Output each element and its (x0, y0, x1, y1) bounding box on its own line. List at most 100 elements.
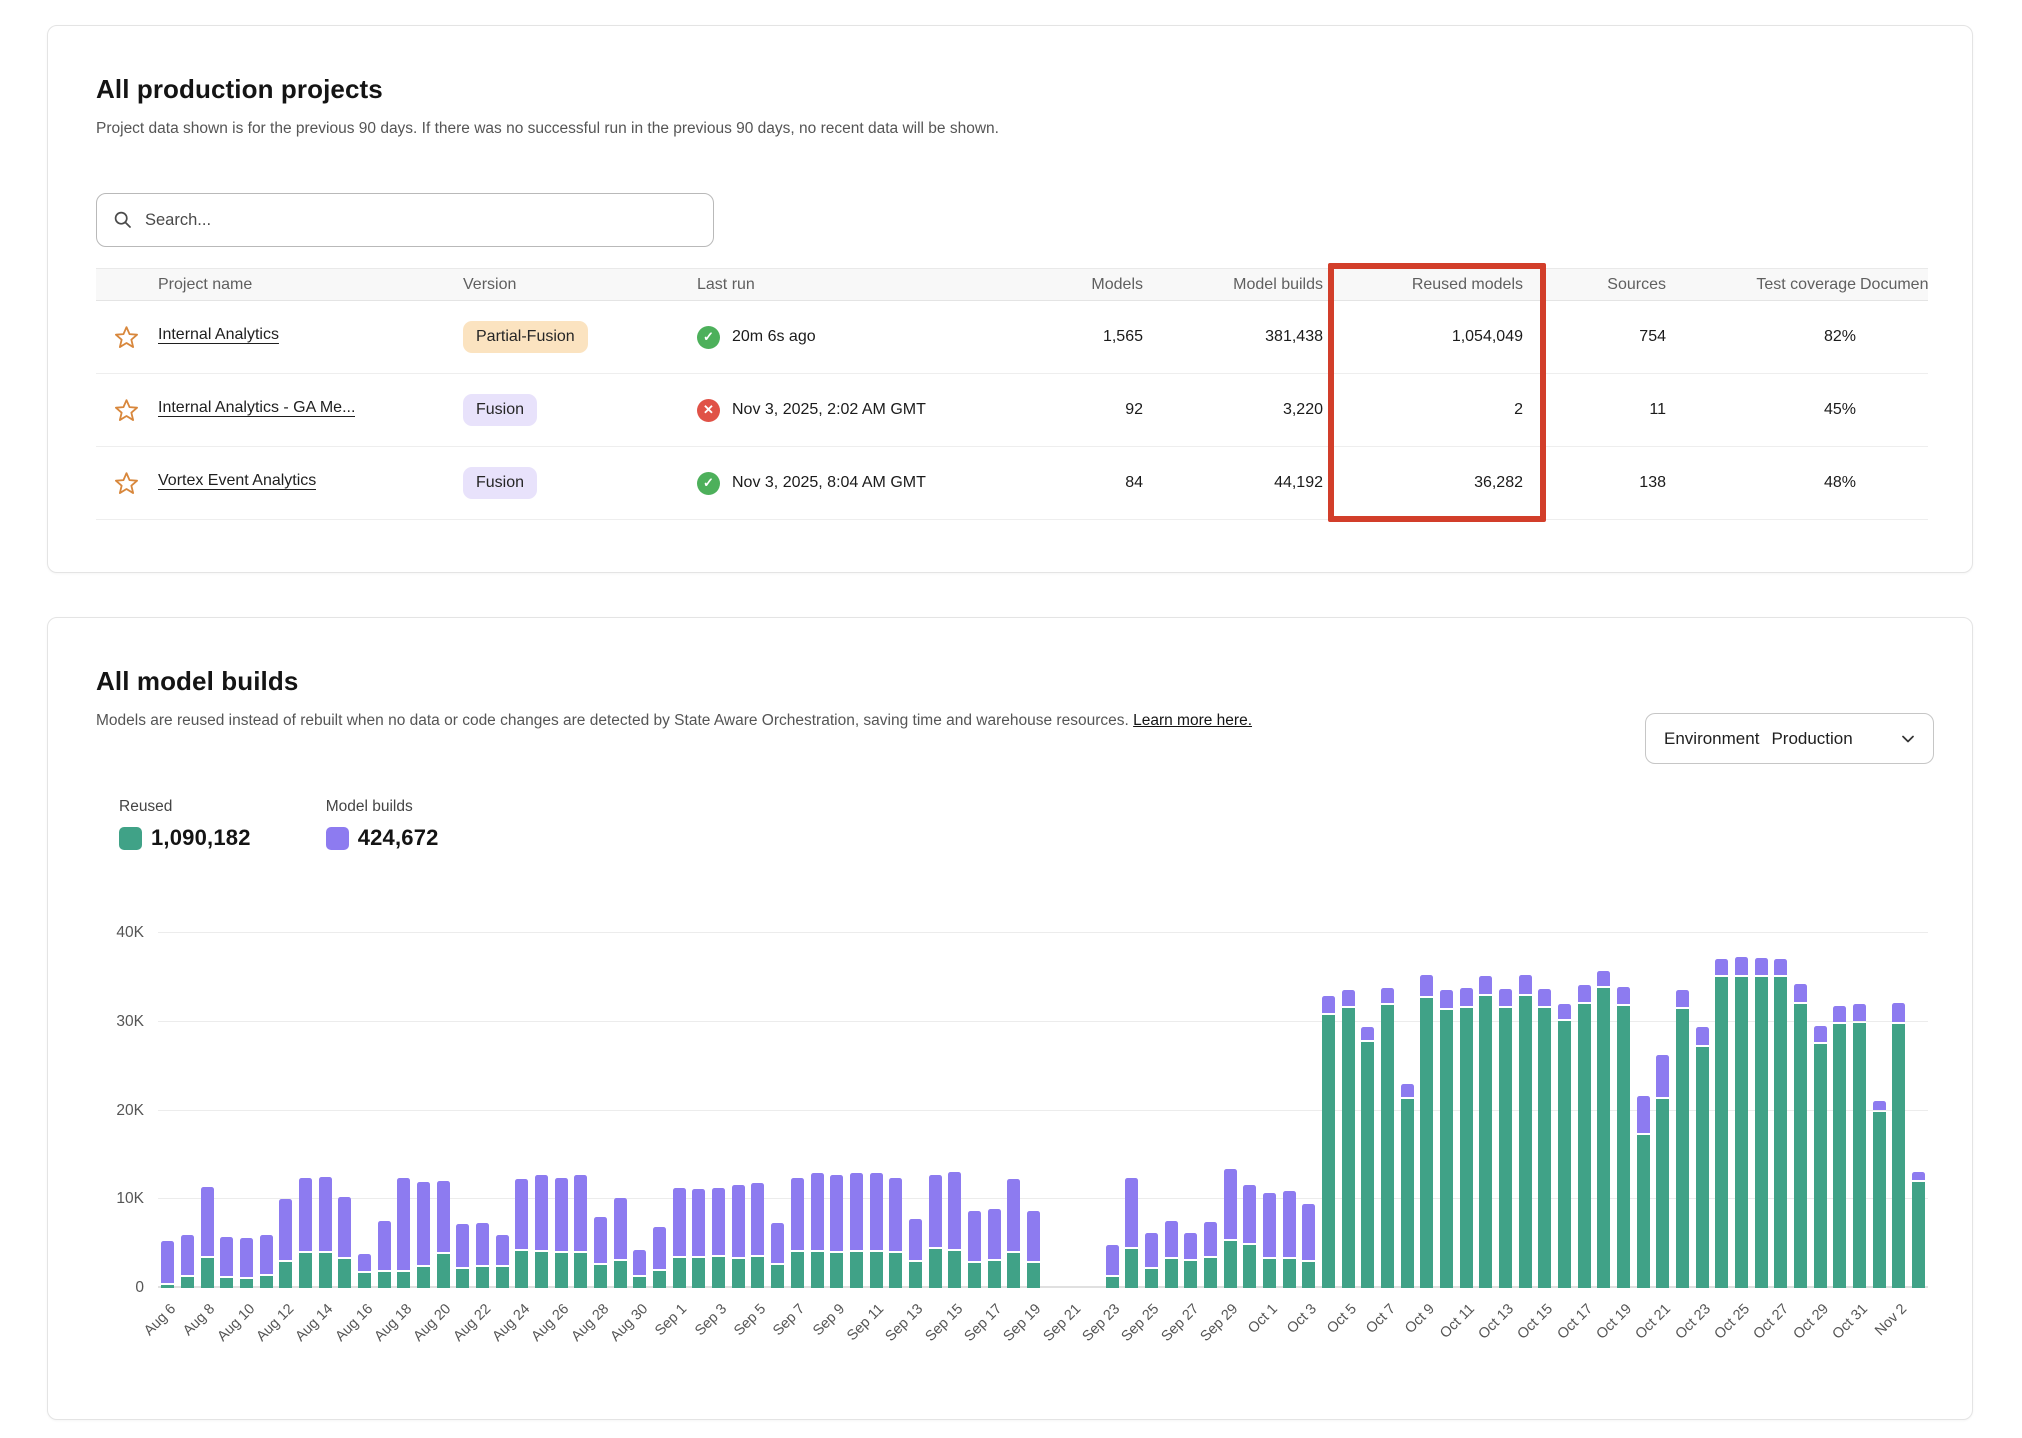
bar-sep-27[interactable]: Sep 27 (1181, 933, 1201, 1288)
bar-oct-4[interactable] (1319, 933, 1339, 1288)
bar-oct-23[interactable]: Oct 23 (1692, 933, 1712, 1288)
bar-sep-4[interactable] (728, 933, 748, 1288)
bar-sep-28[interactable] (1201, 933, 1221, 1288)
bar-aug-11[interactable] (256, 933, 276, 1288)
bar-oct-19[interactable]: Oct 19 (1614, 933, 1634, 1288)
bar-aug-22[interactable]: Aug 22 (473, 933, 493, 1288)
bar-aug-30[interactable]: Aug 30 (630, 933, 650, 1288)
reused-segment (1676, 1009, 1689, 1288)
bar-sep-18[interactable] (1004, 933, 1024, 1288)
bar-sep-8[interactable] (807, 933, 827, 1288)
bar-sep-17[interactable]: Sep 17 (984, 933, 1004, 1288)
bar-nov-1[interactable] (1869, 933, 1889, 1288)
bar-aug-19[interactable] (414, 933, 434, 1288)
bar-aug-21[interactable] (453, 933, 473, 1288)
bar-aug-31[interactable] (650, 933, 670, 1288)
bar-oct-13[interactable]: Oct 13 (1496, 933, 1516, 1288)
bar-oct-26[interactable] (1751, 933, 1771, 1288)
bar-oct-10[interactable] (1437, 933, 1457, 1288)
bar-sep-7[interactable]: Sep 7 (788, 933, 808, 1288)
bar-aug-27[interactable] (571, 933, 591, 1288)
bar-aug-25[interactable] (532, 933, 552, 1288)
bar-sep-19[interactable]: Sep 19 (1024, 933, 1044, 1288)
bar-sep-16[interactable] (965, 933, 985, 1288)
favorite-star-button[interactable] (96, 470, 156, 497)
bar-aug-6[interactable]: Aug 6 (158, 933, 178, 1288)
bar-aug-12[interactable]: Aug 12 (276, 933, 296, 1288)
bar-sep-1[interactable]: Sep 1 (669, 933, 689, 1288)
bar-nov-3[interactable] (1909, 933, 1929, 1288)
bar-oct-16[interactable] (1555, 933, 1575, 1288)
bar-oct-17[interactable]: Oct 17 (1574, 933, 1594, 1288)
bar-nov-2[interactable]: Nov 2 (1889, 933, 1909, 1288)
bar-oct-24[interactable] (1712, 933, 1732, 1288)
bar-aug-26[interactable]: Aug 26 (551, 933, 571, 1288)
bar-oct-21[interactable]: Oct 21 (1653, 933, 1673, 1288)
bar-oct-22[interactable] (1673, 933, 1693, 1288)
bar-aug-14[interactable]: Aug 14 (315, 933, 335, 1288)
bar-oct-6[interactable] (1358, 933, 1378, 1288)
bar-aug-24[interactable]: Aug 24 (512, 933, 532, 1288)
project-name-link[interactable]: Vortex Event Analytics (158, 472, 316, 490)
bar-aug-7[interactable] (178, 933, 198, 1288)
favorite-star-button[interactable] (96, 397, 156, 424)
project-name-link[interactable]: Internal Analytics - GA Me... (158, 399, 355, 417)
bar-sep-29[interactable]: Sep 29 (1220, 933, 1240, 1288)
bar-sep-6[interactable] (768, 933, 788, 1288)
bar-oct-1[interactable]: Oct 1 (1260, 933, 1280, 1288)
bar-oct-11[interactable]: Oct 11 (1456, 933, 1476, 1288)
bar-aug-16[interactable]: Aug 16 (355, 933, 375, 1288)
bar-sep-3[interactable]: Sep 3 (709, 933, 729, 1288)
bar-sep-9[interactable]: Sep 9 (827, 933, 847, 1288)
bar-sep-22[interactable] (1083, 933, 1103, 1288)
bar-oct-25[interactable]: Oct 25 (1732, 933, 1752, 1288)
bar-sep-30[interactable] (1240, 933, 1260, 1288)
bar-aug-8[interactable]: Aug 8 (197, 933, 217, 1288)
bar-aug-15[interactable] (335, 933, 355, 1288)
bar-oct-28[interactable] (1791, 933, 1811, 1288)
bar-sep-25[interactable]: Sep 25 (1142, 933, 1162, 1288)
bar-oct-31[interactable]: Oct 31 (1850, 933, 1870, 1288)
environment-dropdown[interactable]: Environment Production (1645, 713, 1934, 764)
bar-aug-9[interactable] (217, 933, 237, 1288)
bar-sep-21[interactable]: Sep 21 (1063, 933, 1083, 1288)
bar-aug-23[interactable] (492, 933, 512, 1288)
bar-aug-10[interactable]: Aug 10 (237, 933, 257, 1288)
bar-oct-30[interactable] (1830, 933, 1850, 1288)
bar-sep-20[interactable] (1043, 933, 1063, 1288)
bar-oct-18[interactable] (1594, 933, 1614, 1288)
bar-sep-10[interactable] (847, 933, 867, 1288)
bar-oct-7[interactable]: Oct 7 (1378, 933, 1398, 1288)
bar-sep-5[interactable]: Sep 5 (748, 933, 768, 1288)
bar-aug-17[interactable] (374, 933, 394, 1288)
bar-sep-12[interactable] (886, 933, 906, 1288)
bar-aug-29[interactable] (610, 933, 630, 1288)
bar-oct-27[interactable]: Oct 27 (1771, 933, 1791, 1288)
bar-aug-20[interactable]: Aug 20 (433, 933, 453, 1288)
bar-oct-12[interactable] (1476, 933, 1496, 1288)
project-name-link[interactable]: Internal Analytics (158, 326, 279, 344)
bar-aug-13[interactable] (296, 933, 316, 1288)
bar-oct-5[interactable]: Oct 5 (1338, 933, 1358, 1288)
learn-more-link[interactable]: Learn more here. (1133, 712, 1252, 729)
bar-aug-28[interactable]: Aug 28 (591, 933, 611, 1288)
bar-oct-9[interactable]: Oct 9 (1417, 933, 1437, 1288)
bar-oct-2[interactable] (1279, 933, 1299, 1288)
bar-sep-13[interactable]: Sep 13 (906, 933, 926, 1288)
bar-oct-20[interactable] (1633, 933, 1653, 1288)
favorite-star-button[interactable] (96, 324, 156, 351)
bar-aug-18[interactable]: Aug 18 (394, 933, 414, 1288)
bar-oct-3[interactable]: Oct 3 (1299, 933, 1319, 1288)
bar-oct-29[interactable]: Oct 29 (1810, 933, 1830, 1288)
bar-oct-8[interactable] (1397, 933, 1417, 1288)
search-input[interactable] (145, 211, 697, 230)
bar-sep-2[interactable] (689, 933, 709, 1288)
bar-sep-23[interactable]: Sep 23 (1102, 933, 1122, 1288)
bar-oct-15[interactable]: Oct 15 (1535, 933, 1555, 1288)
bar-sep-26[interactable] (1161, 933, 1181, 1288)
bar-sep-24[interactable] (1122, 933, 1142, 1288)
bar-sep-11[interactable]: Sep 11 (866, 933, 886, 1288)
bar-sep-15[interactable]: Sep 15 (945, 933, 965, 1288)
bar-oct-14[interactable] (1515, 933, 1535, 1288)
bar-sep-14[interactable] (925, 933, 945, 1288)
